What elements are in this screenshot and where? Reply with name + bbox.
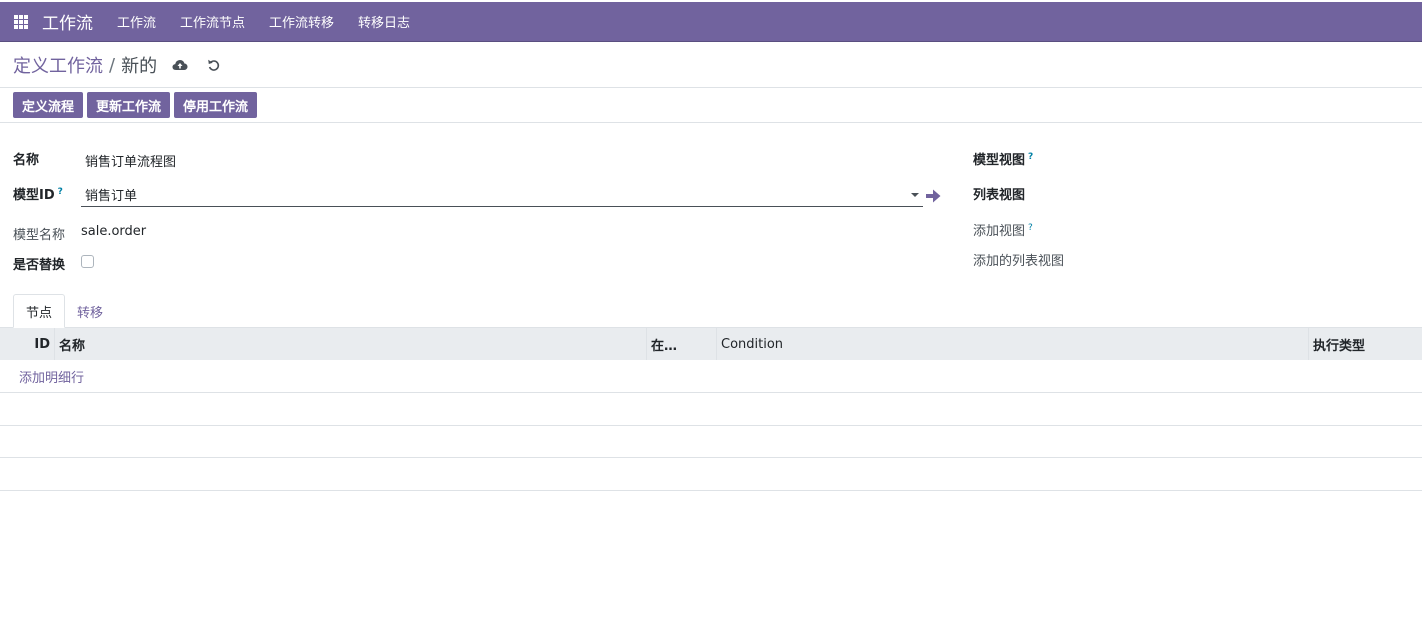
breadcrumb-separator: / [109, 54, 116, 76]
table-row [0, 458, 1422, 491]
disable-workflow-button[interactable]: 停用工作流 [174, 92, 258, 118]
divider [0, 87, 1422, 88]
table-row [0, 360, 1422, 393]
top-navbar: 工作流 工作流 工作流节点 工作流转移 转移日志 [0, 2, 1422, 42]
list-view-label: 列表视图 [973, 188, 1026, 203]
statusbar-buttons: 定义流程 更新工作流 停用工作流 [13, 92, 261, 118]
add-list-view-label: 添加的列表视图 [973, 254, 1065, 269]
tab-transitions[interactable]: 转移 [65, 294, 115, 328]
column-name[interactable]: 名称 [55, 328, 647, 360]
replace-checkbox[interactable] [81, 255, 94, 268]
name-field[interactable]: 销售订单流程图 [85, 151, 176, 170]
divider [0, 122, 1422, 123]
table-row [0, 393, 1422, 426]
table-row [0, 425, 1422, 458]
menu-workflow-transitions[interactable]: 工作流转移 [269, 12, 334, 31]
model-name-value: sale.order [81, 224, 147, 239]
model-name-label: 模型名称 [13, 228, 66, 243]
help-icon[interactable]: ? [58, 187, 63, 197]
apps-grid-icon[interactable] [14, 14, 28, 29]
model-id-label: 模型ID? [13, 187, 63, 203]
add-view-label: 添加视图? [973, 223, 1033, 239]
help-icon[interactable]: ? [1028, 152, 1033, 162]
help-icon[interactable]: ? [1028, 223, 1033, 233]
undo-icon[interactable] [203, 54, 225, 76]
menu-transition-log[interactable]: 转移日志 [358, 12, 410, 31]
save-cloud-icon[interactable] [169, 54, 191, 76]
table-header: ID 名称 在… Condition 执行类型 [0, 327, 1422, 360]
column-exec-type[interactable]: 执行类型 [1309, 328, 1422, 360]
define-process-button[interactable]: 定义流程 [13, 92, 84, 118]
breadcrumb-parent[interactable]: 定义工作流 [13, 52, 103, 78]
chevron-down-icon[interactable] [911, 193, 919, 197]
model-id-input[interactable]: 销售订单 [85, 185, 137, 204]
name-label: 名称 [13, 153, 40, 168]
column-id[interactable]: ID [14, 328, 55, 360]
menu-workflow[interactable]: 工作流 [117, 12, 156, 31]
model-id-field[interactable]: 销售订单 [81, 182, 923, 207]
add-line-link[interactable]: 添加明细行 [19, 367, 84, 386]
external-link-arrow-icon[interactable] [924, 187, 942, 205]
column-condition[interactable]: Condition [717, 328, 1309, 360]
breadcrumb-current: 新的 [121, 56, 158, 77]
model-view-label: 模型视图? [973, 152, 1034, 168]
column-in[interactable]: 在… [647, 328, 717, 360]
tab-nodes[interactable]: 节点 [13, 294, 66, 328]
update-workflow-button[interactable]: 更新工作流 [87, 92, 171, 118]
menu-workflow-nodes[interactable]: 工作流节点 [180, 12, 245, 31]
replace-label: 是否替换 [13, 258, 66, 273]
app-title[interactable]: 工作流 [42, 9, 93, 34]
breadcrumb: 定义工作流 / 新的 [13, 52, 225, 78]
